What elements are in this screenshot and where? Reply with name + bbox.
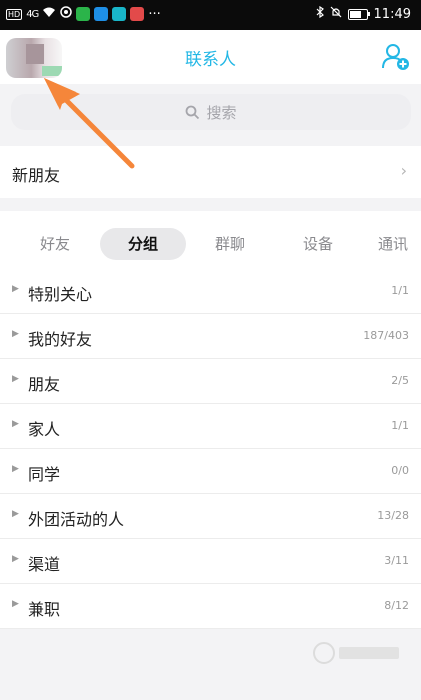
group-count: 1/1 — [391, 284, 409, 297]
header: 联系人 — [0, 30, 421, 84]
page-title: 联系人 — [185, 50, 236, 70]
data-saver-icon — [60, 6, 73, 22]
group-count: 187/403 — [363, 329, 409, 342]
watermark-logo — [313, 642, 399, 664]
group-name: 我的好友 — [28, 330, 93, 349]
tab-groups[interactable]: 分组 — [100, 228, 186, 260]
tab-devices[interactable]: 设备 — [286, 228, 350, 260]
photo-app-icon — [130, 7, 145, 21]
search-icon — [186, 105, 200, 119]
group-count: 1/1 — [391, 419, 409, 432]
status-bar: HD 4G ··· 11:49 — [0, 0, 421, 30]
message-app-icon — [94, 7, 109, 21]
expand-arrow-icon: ▶ — [12, 509, 19, 519]
video-app-icon — [76, 7, 91, 21]
expand-arrow-icon: ▶ — [12, 464, 19, 474]
search-bar[interactable]: 搜索 — [11, 94, 411, 130]
group-list: ▶ 特别关心 1/1 ▶ 我的好友 187/403 ▶ 朋友 2/5 ▶ 家人 … — [0, 269, 421, 629]
group-count: 13/28 — [377, 509, 409, 522]
new-friends-row[interactable]: 新朋友 › — [0, 146, 421, 198]
list-item[interactable]: ▶ 同学 0/0 — [0, 449, 421, 494]
signal-icon: 4G — [26, 8, 39, 20]
group-name: 特别关心 — [28, 285, 93, 304]
list-item[interactable]: ▶ 渠道 3/11 — [0, 539, 421, 584]
group-count: 2/5 — [391, 374, 409, 387]
group-name: 外团活动的人 — [28, 510, 125, 529]
expand-arrow-icon: ▶ — [12, 599, 19, 609]
list-item[interactable]: ▶ 我的好友 187/403 — [0, 314, 421, 359]
group-count: 3/11 — [384, 554, 409, 567]
expand-arrow-icon: ▶ — [12, 284, 19, 294]
expand-arrow-icon: ▶ — [12, 419, 19, 429]
new-friends-label: 新朋友 — [12, 166, 61, 185]
tab-friends[interactable]: 好友 — [22, 228, 88, 260]
group-count: 8/12 — [384, 599, 409, 612]
list-item[interactable]: ▶ 外团活动的人 13/28 — [0, 494, 421, 539]
group-name: 朋友 — [28, 375, 61, 394]
wifi-icon — [42, 7, 56, 22]
list-item[interactable]: ▶ 朋友 2/5 — [0, 359, 421, 404]
contact-tabs: 好友 分组 群聊 设备 通讯 — [0, 211, 421, 269]
search-placeholder: 搜索 — [206, 103, 237, 122]
group-name: 同学 — [28, 465, 61, 484]
list-item[interactable]: ▶ 特别关心 1/1 — [0, 269, 421, 314]
group-name: 兼职 — [28, 600, 61, 619]
group-count: 0/0 — [391, 464, 409, 477]
expand-arrow-icon: ▶ — [12, 374, 19, 384]
tab-contacts[interactable]: 通讯 — [378, 228, 421, 260]
status-time: 11:49 — [373, 6, 411, 22]
add-contact-icon[interactable] — [381, 42, 411, 72]
mute-icon — [330, 6, 342, 22]
group-name: 渠道 — [28, 555, 61, 574]
battery-icon — [347, 8, 370, 20]
list-item[interactable]: ▶ 兼职 8/12 — [0, 584, 421, 629]
hd-badge: HD — [6, 8, 23, 20]
group-name: 家人 — [28, 420, 61, 439]
tab-group-chats[interactable]: 群聊 — [198, 228, 262, 260]
list-item[interactable]: ▶ 家人 1/1 — [0, 404, 421, 449]
bluetooth-icon — [316, 5, 324, 22]
more-notifications-icon: ··· — [148, 6, 161, 22]
chevron-right-icon: › — [400, 161, 407, 180]
qq-app-icon — [112, 7, 127, 21]
expand-arrow-icon: ▶ — [12, 329, 19, 339]
expand-arrow-icon: ▶ — [12, 554, 19, 564]
